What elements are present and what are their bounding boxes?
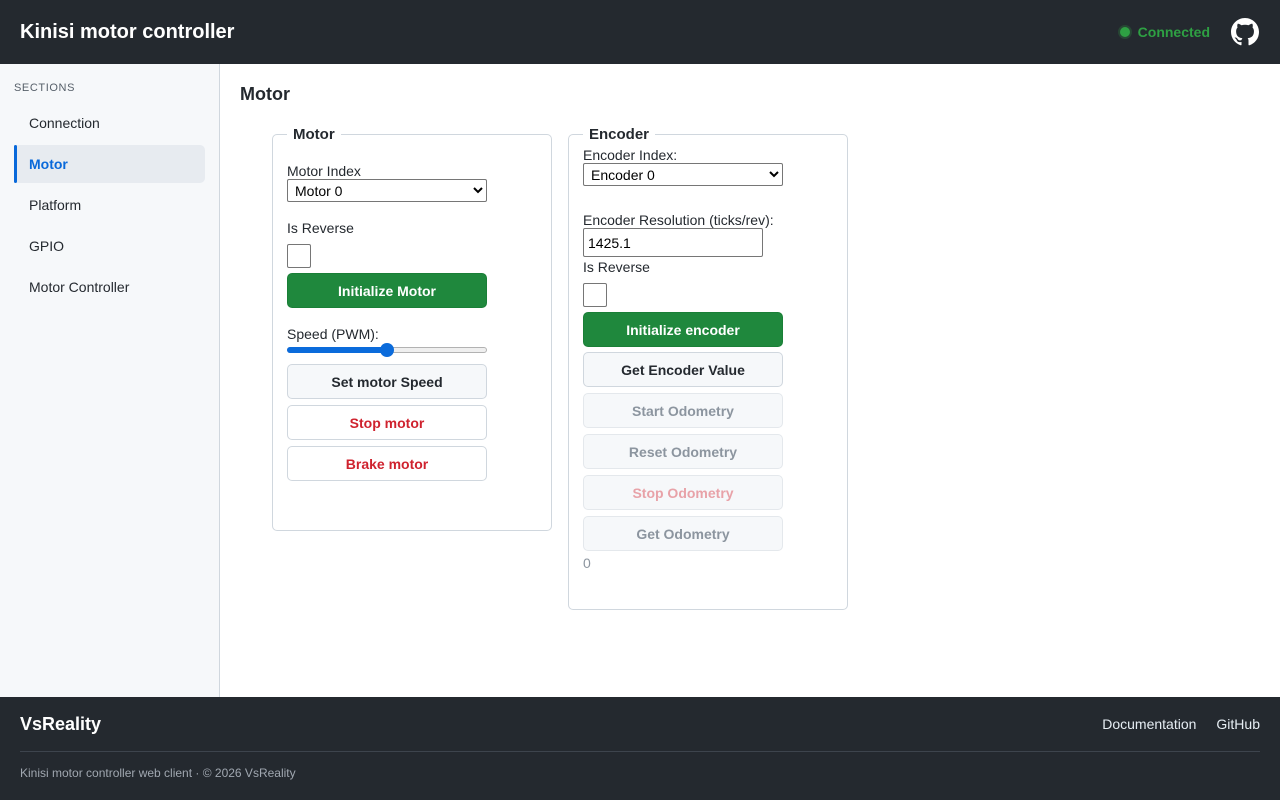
get-encoder-value-button[interactable]: Get Encoder Value <box>583 352 783 387</box>
sidebar-item-label: Platform <box>29 197 82 213</box>
slider-fill <box>287 347 387 353</box>
speed-label: Speed (PWM): <box>287 326 379 342</box>
sidebar-item-label: Connection <box>29 115 100 131</box>
sidebar-item-gpio[interactable]: GPIO <box>14 227 205 265</box>
sidebar-heading: SECTIONS <box>14 82 76 94</box>
initialize-encoder-button[interactable]: Initialize encoder <box>583 312 783 347</box>
set-motor-speed-button[interactable]: Set motor Speed <box>287 364 487 399</box>
sidebar: SECTIONS Connection Motor Platform GPIO … <box>0 64 220 697</box>
connection-status: Connected <box>1119 24 1210 40</box>
encoder-index-label: Encoder Index: <box>583 147 678 163</box>
sidebar-item-platform[interactable]: Platform <box>14 186 205 224</box>
motor-index-label: Motor Index <box>287 163 361 179</box>
motor-legend: Motor <box>293 126 335 143</box>
brake-motor-button[interactable]: Brake motor <box>287 446 487 481</box>
header-right: Connected <box>1119 17 1260 47</box>
speed-slider[interactable] <box>287 342 487 358</box>
reset-odometry-button[interactable]: Reset Odometry <box>583 434 783 469</box>
encoder-legend: Encoder <box>589 126 650 143</box>
sidebar-item-connection[interactable]: Connection <box>14 104 205 142</box>
app-title: Kinisi motor controller <box>20 20 235 43</box>
footer-copyright: Kinisi motor controller web client · © 2… <box>20 766 296 780</box>
sidebar-item-label: GPIO <box>29 238 65 254</box>
motor-reverse-label: Is Reverse <box>287 220 354 236</box>
get-odometry-button[interactable]: Get Odometry <box>583 516 783 551</box>
encoder-reverse-label: Is Reverse <box>583 259 650 275</box>
footer-link-github[interactable]: GitHub <box>1216 716 1260 732</box>
footer-brand: VsReality <box>20 713 102 734</box>
status-dot-icon <box>1119 27 1130 37</box>
page-title: Motor <box>240 84 290 104</box>
footer-top: VsReality Documentation GitHub <box>20 697 1260 752</box>
encoder-panel: Encoder Encoder Index: Encoder 0 Encoder… <box>568 126 848 610</box>
stop-motor-button[interactable]: Stop motor <box>287 405 487 440</box>
app-header: Kinisi motor controller Connected <box>0 0 1280 64</box>
encoder-reverse-checkbox[interactable] <box>583 283 607 307</box>
motor-reverse-checkbox[interactable] <box>287 244 311 268</box>
motor-panel: Motor Motor Index Motor 0 Is Reverse Ini… <box>272 126 552 531</box>
footer-link-documentation[interactable]: Documentation <box>1102 716 1196 732</box>
sidebar-item-motor[interactable]: Motor <box>14 145 205 183</box>
motor-index-select[interactable]: Motor 0 <box>287 179 487 202</box>
stop-odometry-button[interactable]: Stop Odometry <box>583 475 783 510</box>
footer-links: Documentation GitHub <box>1102 716 1260 732</box>
encoder-resolution-label: Encoder Resolution (ticks/rev): <box>583 212 774 228</box>
slider-thumb[interactable] <box>380 343 394 357</box>
sidebar-item-label: Motor <box>29 156 68 172</box>
status-label: Connected <box>1137 24 1210 40</box>
sidebar-item-motor-controller[interactable]: Motor Controller <box>14 268 205 306</box>
encoder-resolution-input[interactable] <box>583 228 763 257</box>
main-content: Motor Motor Motor Index Motor 0 Is Rever… <box>220 64 1280 697</box>
start-odometry-button[interactable]: Start Odometry <box>583 393 783 428</box>
initialize-motor-button[interactable]: Initialize Motor <box>287 273 487 308</box>
encoder-index-select[interactable]: Encoder 0 <box>583 163 783 186</box>
odometry-value: 0 <box>583 555 591 571</box>
footer: VsReality Documentation GitHub Kinisi mo… <box>0 697 1280 800</box>
sidebar-item-label: Motor Controller <box>29 279 130 295</box>
github-icon[interactable] <box>1230 17 1260 47</box>
